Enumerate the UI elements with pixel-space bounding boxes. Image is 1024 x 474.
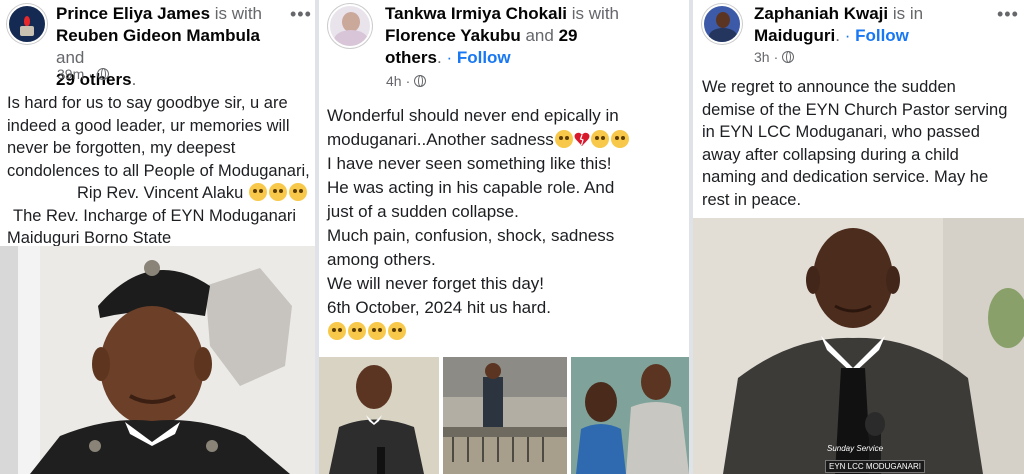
crying-emoji	[368, 322, 386, 340]
post-line: The Rev. Incharge of EYN Moduganari	[13, 206, 297, 225]
post-text: Wonderful should never end epically in m…	[327, 104, 630, 344]
author-avatar[interactable]	[7, 4, 47, 44]
post-line: Is hard for us to say goodbye sir, u are	[7, 94, 288, 112]
author-name[interactable]: Tankwa Irmiya Chokali	[385, 4, 567, 23]
post-line: demise of the EYN Church Pastor serving	[702, 100, 1008, 119]
globe-icon	[782, 51, 795, 63]
crying-emoji	[268, 183, 287, 201]
globe-icon	[414, 75, 427, 87]
candle-icon	[24, 16, 30, 26]
post-line: away after collapsing during a child	[702, 145, 959, 164]
others-link[interactable]: others	[385, 48, 437, 67]
post-line: never be forgotten, my deepest	[7, 139, 236, 157]
sad-emoji	[590, 130, 609, 148]
post-card-2: Tankwa Irmiya Chokali is with Florence Y…	[319, 0, 689, 474]
post-line: indeed a good leader, ur memories will	[7, 116, 290, 135]
globe-icon	[96, 68, 109, 80]
post-line: among others.	[327, 250, 436, 269]
tagged-name[interactable]: Reuben Gideon Mambula	[56, 26, 260, 45]
post-line: rest in peace.	[702, 190, 802, 209]
location-link[interactable]: Maiduguri	[754, 26, 835, 45]
with-text: is with	[571, 4, 619, 23]
post-time[interactable]: 3h	[754, 49, 770, 65]
post-line: I have never seen something like this!	[327, 154, 612, 173]
tagged-name[interactable]: Florence Yakubu	[385, 26, 521, 45]
others-count[interactable]: 29	[559, 26, 578, 45]
and-text: and	[525, 26, 554, 45]
post-line: naming and dedication service. May he	[702, 168, 989, 186]
post-line: He was acting in his capable role. And	[327, 178, 615, 197]
author-name[interactable]: Prince Eliya James	[56, 4, 210, 23]
watermark-sign: EYN LCC MODUGANARI	[825, 460, 926, 473]
post-line: moduganari..Another sadness	[327, 130, 554, 149]
post-text: Is hard for us to say goodbye sir, u are…	[7, 92, 310, 250]
post-line: Wonderful should never end epically in	[327, 106, 619, 125]
post-photo[interactable]: Sunday Service EYN LCC MODUGANARI	[693, 218, 1024, 474]
crying-emoji	[328, 322, 346, 340]
post-photo[interactable]	[443, 357, 567, 474]
post-line: 6th October, 2024 hit us hard.	[327, 298, 551, 317]
post-time[interactable]: 39m	[57, 66, 84, 82]
more-options-icon[interactable]: •••	[290, 4, 312, 25]
post-photo[interactable]	[319, 357, 439, 474]
crying-emoji	[610, 130, 629, 148]
author-avatar[interactable]	[328, 4, 372, 48]
post-line: Much pain, confusion, shock, sadness	[327, 226, 615, 245]
post-text: We regret to announce the sudden demise …	[702, 76, 1007, 211]
post-line: condolences to all People of Moduganari,	[7, 161, 310, 180]
post-photo[interactable]	[571, 357, 689, 474]
more-options-icon[interactable]: •••	[997, 4, 1019, 25]
author-name[interactable]: Zaphaniah Kwaji	[754, 4, 888, 23]
broken-heart-icon	[574, 132, 590, 146]
crying-emoji	[348, 322, 366, 340]
follow-button[interactable]: Follow	[855, 26, 909, 45]
in-text: is in	[892, 4, 924, 23]
post-line: Rip Rev. Vincent Alaku	[77, 184, 244, 202]
author-avatar[interactable]	[702, 4, 742, 44]
with-text: is with	[214, 4, 263, 23]
and-text: and	[56, 48, 85, 67]
post-line: just of a sudden collapse.	[327, 202, 519, 221]
crying-emoji	[388, 322, 406, 340]
post-card-3: Zaphaniah Kwaji is in Maiduguri. · Follo…	[693, 0, 1024, 474]
post-photo[interactable]	[0, 246, 315, 474]
post-line: in EYN LCC Moduganari, who passed	[702, 123, 980, 141]
crying-emoji	[248, 183, 267, 201]
post-time[interactable]: 4h	[386, 73, 402, 89]
watermark-text: Sunday Service	[827, 444, 884, 453]
post-line: We regret to announce the sudden	[702, 78, 956, 96]
crying-emoji	[288, 183, 307, 201]
follow-button[interactable]: Follow	[457, 48, 511, 67]
post-line: We will never forget this day!	[327, 274, 544, 293]
post-card-1: Prince Eliya James is with Reuben Gideon…	[0, 0, 315, 474]
sad-emoji	[554, 130, 573, 148]
